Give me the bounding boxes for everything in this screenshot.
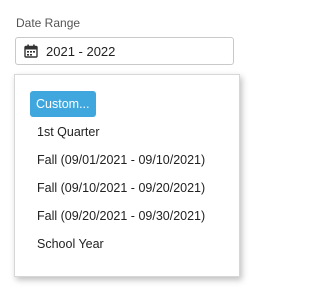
date-range-label: Date Range (16, 16, 81, 30)
option-fall-0901-0910[interactable]: Fall (09/01/2021 - 09/10/2021) (37, 153, 205, 167)
date-range-widget: Date Range 2021 - 2022 Custom... 1st Qua… (0, 0, 254, 298)
option-1st-quarter[interactable]: 1st Quarter (37, 125, 100, 139)
date-range-field[interactable]: 2021 - 2022 (15, 37, 234, 65)
date-range-dropdown: Custom... 1st Quarter Fall (09/01/2021 -… (14, 74, 240, 277)
option-fall-0910-0920[interactable]: Fall (09/10/2021 - 09/20/2021) (37, 181, 205, 195)
option-custom[interactable]: Custom... (30, 91, 96, 117)
calendar-icon (24, 44, 38, 58)
option-school-year[interactable]: School Year (37, 237, 104, 251)
date-range-value: 2021 - 2022 (46, 43, 116, 59)
option-fall-0920-0930[interactable]: Fall (09/20/2021 - 09/30/2021) (37, 209, 205, 223)
